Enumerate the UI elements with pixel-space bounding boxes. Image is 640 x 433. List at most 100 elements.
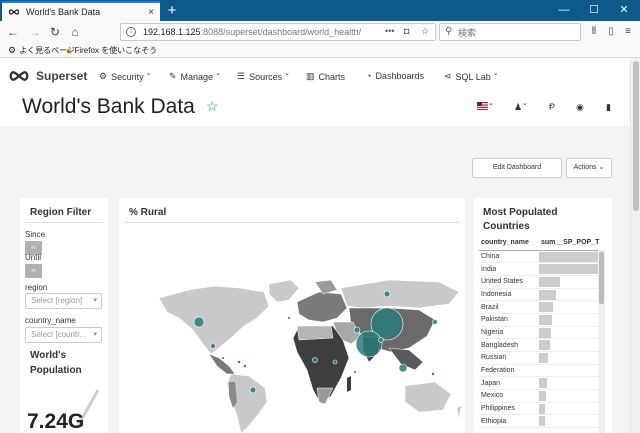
- table-row[interactable]: Pakistan: [479, 313, 601, 327]
- country-name-cell: Philippines: [479, 402, 539, 416]
- menu-charts[interactable]: ▥ Charts: [306, 71, 345, 82]
- language-menu[interactable]: ⌄: [477, 100, 494, 112]
- version-icon[interactable]: Ᵽ: [549, 102, 555, 112]
- table-row[interactable]: Bangladesh: [479, 338, 601, 352]
- country-name-cell: Indonesia: [479, 288, 539, 302]
- region-label: region: [25, 283, 48, 292]
- chevron-down-icon: ⌄: [488, 100, 494, 107]
- population-bar: [539, 264, 600, 275]
- maximize-icon[interactable]: ☐: [579, 0, 609, 21]
- menu-dashboards[interactable]: ◔ Dashboards: [366, 71, 424, 81]
- hamburger-menu-icon[interactable]: ≡: [620, 24, 636, 40]
- sidebar-icon[interactable]: ▯: [603, 24, 619, 40]
- population-bar: [539, 416, 545, 427]
- page-info-icon[interactable]: i: [126, 27, 136, 37]
- column-header-population[interactable]: sum__SP_POP_T: [539, 236, 601, 251]
- url-bar[interactable]: i 192.168.1.125:8088/superset/dashboard/…: [120, 23, 436, 41]
- table-row[interactable]: Nigeria: [479, 326, 601, 340]
- map-bubble-mexico: [210, 343, 216, 349]
- country-select[interactable]: Select [countr... ▾: [25, 327, 102, 343]
- country-name-cell: China: [479, 250, 539, 264]
- search-bar[interactable]: ⚲: [439, 23, 581, 41]
- home-icon[interactable]: ⌂: [67, 24, 83, 40]
- dashboard-title: World's Bank Data: [22, 95, 195, 118]
- map-north-africa: [296, 325, 334, 341]
- menu-manage[interactable]: ✎ Manage ⌄: [169, 70, 221, 82]
- table-row[interactable]: Ethiopia: [479, 414, 601, 429]
- menu-sources[interactable]: ☰ Sources ⌄: [237, 69, 290, 82]
- rural-map-card: % Rural: [119, 198, 465, 433]
- reload-icon[interactable]: ↻: [47, 24, 63, 40]
- user-icon: ♟: [514, 102, 523, 112]
- population-cell: [539, 351, 601, 365]
- map-australia: [404, 381, 452, 413]
- most-populated-title-1: Most Populated: [483, 207, 558, 218]
- menu-security[interactable]: ⚙ Security ⌄: [99, 70, 151, 82]
- brand[interactable]: Superset: [8, 69, 87, 83]
- map-bubble-nigeria: [312, 357, 318, 363]
- favorite-star-icon[interactable]: ☆: [206, 98, 219, 115]
- table-row[interactable]: Indonesia: [479, 288, 601, 302]
- menu-label: Dashboards: [375, 71, 424, 81]
- search-input[interactable]: [458, 26, 576, 39]
- superset-favicon-icon: [8, 9, 20, 15]
- table-scrollbar[interactable]: [598, 250, 605, 433]
- user-menu[interactable]: ♟⌄: [514, 100, 528, 113]
- country-name-cell: Federation: [479, 364, 539, 378]
- table-row[interactable]: Federation: [479, 364, 601, 378]
- page-actions-icon[interactable]: •••: [385, 26, 394, 36]
- url-text[interactable]: 192.168.1.125:8088/superset/dashboard/wo…: [143, 27, 361, 37]
- bookmark-star-icon[interactable]: ☆: [421, 26, 429, 37]
- country-name-cell: Pakistan: [479, 313, 539, 327]
- close-window-icon[interactable]: ✕: [609, 0, 639, 21]
- minimize-icon[interactable]: —: [549, 0, 579, 21]
- table-scrollbar-thumb[interactable]: [599, 252, 604, 304]
- region-select[interactable]: Select [region] ▾: [25, 293, 102, 309]
- population-bar: [539, 327, 551, 338]
- menu-sql-lab[interactable]: ⋖ SQL Lab ⌄: [444, 70, 499, 82]
- chevron-down-icon: ⌄: [284, 69, 290, 77]
- edit-dashboard-button[interactable]: Edit Dashboard: [472, 158, 562, 178]
- browser-tab[interactable]: World's Bank Data ×: [2, 1, 160, 21]
- table-row[interactable]: Mexico: [479, 389, 601, 403]
- table-row[interactable]: China: [479, 250, 601, 264]
- country-name-cell: Japan: [479, 376, 539, 391]
- tab-close-icon[interactable]: ×: [148, 7, 154, 18]
- book-icon[interactable]: ▮: [606, 102, 611, 113]
- world-map[interactable]: [119, 278, 465, 433]
- url-path: :8088/superset/dashboard/world_health/: [200, 27, 362, 37]
- menu-label: Security: [111, 71, 144, 82]
- pocket-icon[interactable]: ◘: [404, 26, 409, 36]
- forward-icon[interactable]: →: [27, 24, 43, 40]
- menu-label: Sources: [249, 71, 283, 82]
- population-cell: [539, 402, 601, 416]
- library-icon[interactable]: ⫴: [586, 24, 602, 40]
- page-scrollbar[interactable]: [630, 58, 640, 433]
- map-russia: [340, 279, 460, 309]
- map-island-dot: [354, 371, 356, 373]
- table-row[interactable]: India: [479, 262, 601, 276]
- country-name-cell: India: [479, 262, 539, 276]
- github-icon[interactable]: ◉: [576, 102, 584, 113]
- chevron-down-icon: ⌄: [522, 100, 528, 107]
- map-bubble-japan: [432, 319, 438, 325]
- populated-table: country_name sum__SP_POP_T China India Uni…: [479, 236, 601, 429]
- column-header-country[interactable]: country_name: [479, 236, 539, 251]
- table-row[interactable]: Russian: [479, 351, 601, 365]
- actions-button[interactable]: Actions ⌄: [566, 158, 612, 178]
- table-row[interactable]: Philippines: [479, 402, 601, 416]
- population-cell: [539, 300, 601, 314]
- new-tab-button[interactable]: +: [163, 2, 181, 19]
- bookmark-most-visited[interactable]: ⚙ よく見るページ: [8, 45, 75, 56]
- browser-tab-bar: World's Bank Data × + — ☐ ✕: [0, 0, 640, 21]
- table-row[interactable]: United States: [479, 275, 601, 289]
- until-picker[interactable]: ∞: [25, 264, 42, 278]
- country-label: country_name: [25, 316, 76, 325]
- map-bubble-ethiopia: [332, 359, 338, 365]
- bookmark-firefox[interactable]: ● Firefox を使いこなそう: [66, 45, 157, 56]
- table-row[interactable]: Brazil: [479, 300, 601, 314]
- back-icon[interactable]: ←: [5, 24, 21, 40]
- page-scrollbar-thumb[interactable]: [633, 61, 639, 211]
- population-bar: [539, 403, 546, 414]
- table-row[interactable]: Japan: [479, 376, 601, 391]
